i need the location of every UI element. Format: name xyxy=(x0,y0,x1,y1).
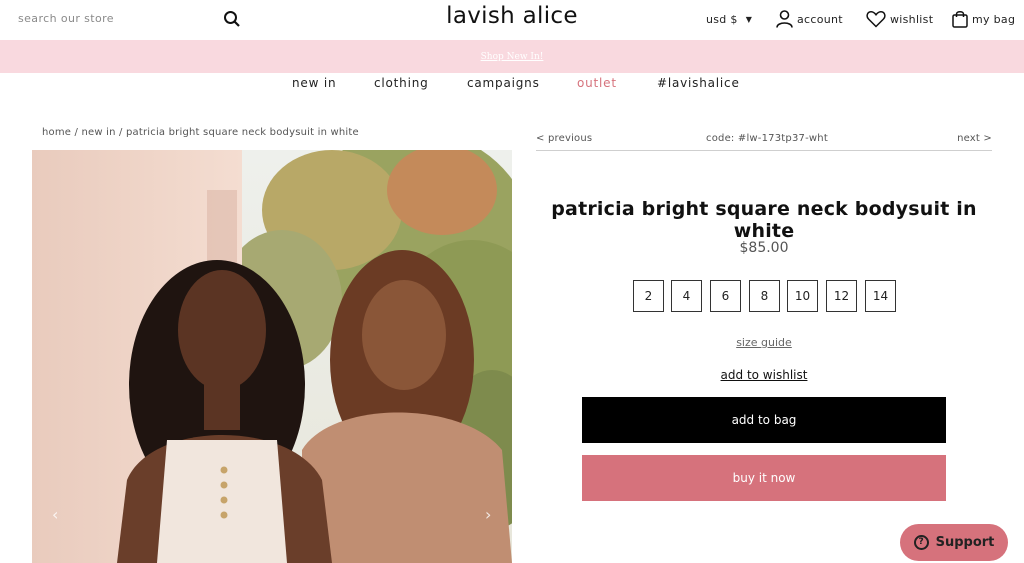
heart-icon xyxy=(866,11,886,28)
size-option[interactable]: 8 xyxy=(749,280,780,312)
product-code: code: #lw-173tp37-wht xyxy=(706,133,828,144)
product-title: patricia bright square neck bodysuit in … xyxy=(551,198,977,242)
shop-new-in-link[interactable]: Shop New In! xyxy=(481,52,544,62)
nav-item-new-in[interactable]: new in xyxy=(292,76,336,90)
size-option[interactable]: 6 xyxy=(710,280,741,312)
currency-selector[interactable]: usd $ ▼ xyxy=(706,13,752,26)
nav-item-outlet[interactable]: outlet xyxy=(577,76,617,90)
product-nav: < previous code: #lw-173tp37-wht next > xyxy=(536,133,992,151)
previous-product-link[interactable]: < previous xyxy=(536,133,592,144)
wishlist-link[interactable]: wishlist xyxy=(866,10,933,28)
user-icon xyxy=(776,10,793,28)
add-to-wishlist-link[interactable]: add to wishlist xyxy=(536,368,992,382)
size-guide-link[interactable]: size guide xyxy=(536,336,992,349)
gallery-next-arrow[interactable]: › xyxy=(485,505,491,524)
support-label: Support xyxy=(935,535,995,550)
account-label: account xyxy=(797,12,843,26)
product-image[interactable] xyxy=(32,150,512,563)
site-header: search our store lavish alice usd $ ▼ ac… xyxy=(0,0,1024,40)
help-icon: ? xyxy=(913,535,929,550)
size-option[interactable]: 14 xyxy=(865,280,896,312)
bag-link[interactable]: my bag xyxy=(952,10,1015,28)
account-link[interactable]: account xyxy=(776,10,843,28)
wishlist-label: wishlist xyxy=(890,12,934,26)
currency-label: usd $ xyxy=(706,13,738,26)
breadcrumb[interactable]: home / new in / patricia bright square n… xyxy=(42,127,359,138)
nav-item-lavishalice[interactable]: #lavishalice xyxy=(657,76,740,90)
add-to-bag-button[interactable]: add to bag xyxy=(582,397,946,443)
size-option[interactable]: 2 xyxy=(633,280,664,312)
size-option[interactable]: 12 xyxy=(826,280,857,312)
gallery-prev-arrow[interactable]: ‹ xyxy=(52,505,58,524)
bag-label: my bag xyxy=(972,12,1016,26)
size-option[interactable]: 10 xyxy=(787,280,818,312)
size-option[interactable]: 4 xyxy=(671,280,702,312)
product-price: $85.00 xyxy=(739,240,789,256)
promo-banner: Shop New In! xyxy=(0,40,1024,73)
buy-it-now-button[interactable]: buy it now xyxy=(582,455,946,501)
next-product-link[interactable]: next > xyxy=(957,133,992,144)
support-button[interactable]: ? Support xyxy=(900,524,1008,561)
nav-item-clothing[interactable]: clothing xyxy=(374,76,429,90)
nav-item-campaigns[interactable]: campaigns xyxy=(467,76,540,90)
caret-down-icon: ▼ xyxy=(745,15,753,24)
shopping-bag-icon xyxy=(952,11,968,28)
